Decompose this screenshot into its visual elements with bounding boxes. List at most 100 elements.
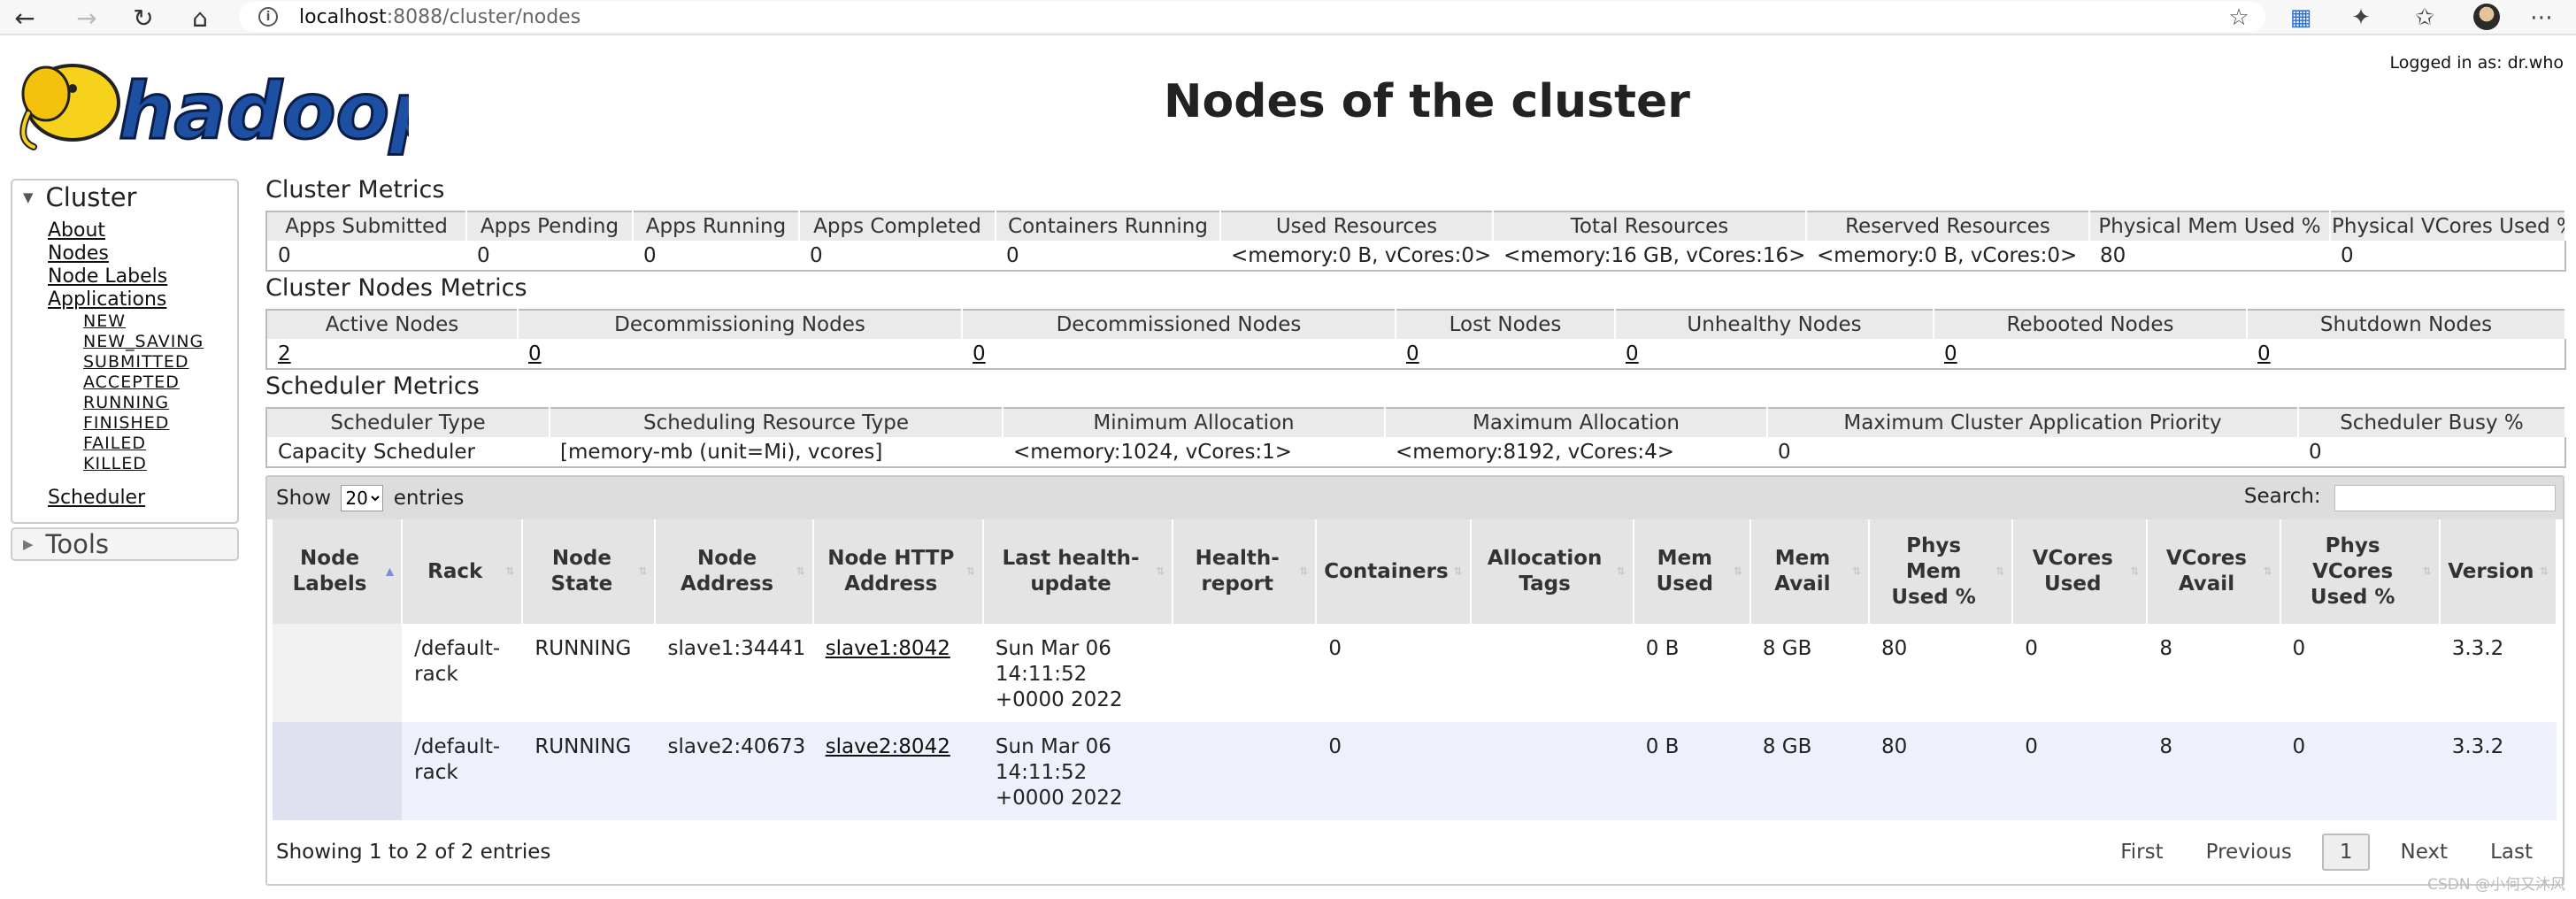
sort-arrow-icon: ⇅ — [2130, 565, 2140, 578]
metric-header: Maximum Cluster Application Priority — [1767, 408, 2299, 437]
sidebar-link-nodes[interactable]: Nodes — [48, 242, 237, 265]
table-cell: 0 — [2280, 722, 2440, 820]
column-header[interactable]: Node HTTP Address ⇅ — [812, 519, 984, 624]
column-header[interactable]: Node Labels ▲ — [273, 519, 404, 624]
app-state-link-running[interactable]: RUNNING — [83, 393, 237, 413]
nodes-table-wrapper: Show 20 entries Search: Node Labels ▲ Rack… — [265, 475, 2564, 886]
table-cell: 0 — [2012, 624, 2148, 722]
sort-arrow-icon: ⇅ — [2422, 565, 2432, 578]
column-header[interactable]: Mem Avail ⇅ — [1749, 519, 1871, 624]
column-header[interactable]: Allocation Tags ⇅ — [1470, 519, 1634, 624]
metric-link[interactable]: 2 — [278, 342, 291, 365]
tools-label: Tools — [45, 529, 109, 559]
search-input[interactable] — [2334, 485, 2556, 512]
column-header-label: Last health-update — [1002, 547, 1140, 595]
column-header[interactable]: VCores Used ⇅ — [2012, 519, 2149, 624]
sort-arrow-icon: ⇅ — [796, 565, 805, 578]
column-header[interactable]: Health-report ⇅ — [1173, 519, 1318, 624]
pager-current-page[interactable]: 1 — [2321, 834, 2371, 871]
metric-header: Decommissioning Nodes — [518, 310, 963, 339]
node-http-link[interactable]: slave1:8042 — [826, 637, 950, 660]
metric-value: 0 — [1396, 339, 1615, 369]
hadoop-logo[interactable]: hadoop — [11, 51, 446, 158]
metric-header: Lost Nodes — [1396, 310, 1616, 339]
metric-link[interactable]: 0 — [528, 342, 542, 365]
scheduler-metrics-title: Scheduler Metrics — [265, 373, 480, 400]
extensions-icon[interactable]: ✦ — [2343, 2, 2379, 34]
pager-previous-button[interactable]: Previous — [2185, 841, 2313, 864]
column-header-label: Node State — [550, 547, 613, 595]
app-state-link-new[interactable]: NEW — [83, 311, 237, 332]
pager-last-button[interactable]: Last — [2469, 841, 2554, 864]
column-header-label: Mem Used — [1656, 547, 1713, 595]
cluster-links: About Nodes Node Labels Applications NEW NEW_… — [12, 214, 237, 522]
metric-link[interactable]: 0 — [1944, 342, 1957, 365]
column-header[interactable]: Version ⇅ — [2439, 519, 2558, 624]
metric-header: Rebooted Nodes — [1934, 310, 2248, 339]
favorites-icon[interactable]: ✩ — [2407, 2, 2442, 34]
sidebar-link-node-labels[interactable]: Node Labels — [48, 265, 237, 288]
address-bar[interactable]: i localhost:8088/cluster/nodes — [239, 2, 2265, 32]
metric-value: 0 — [477, 243, 490, 267]
column-header-label: VCores Avail — [2165, 547, 2247, 595]
table-cell: slave1:34441 — [655, 624, 813, 722]
metric-value: 80 — [2100, 243, 2126, 267]
column-header[interactable]: Mem Used ⇅ — [1633, 519, 1751, 624]
home-icon[interactable]: ⌂ — [182, 0, 218, 35]
metric-header: Physical Mem Used % — [2089, 211, 2331, 241]
table-cell: slave2:8042 — [812, 722, 983, 820]
pager-first-button[interactable]: First — [2099, 841, 2184, 864]
column-header[interactable]: Last health-update ⇅ — [982, 519, 1174, 624]
metric-header: Apps Submitted — [266, 211, 467, 241]
table-cell: 0 — [2012, 722, 2148, 820]
column-header[interactable]: Phys Mem Used % ⇅ — [1869, 519, 2014, 624]
sidebar-link-applications[interactable]: Applications — [48, 288, 237, 311]
back-arrow-icon[interactable]: ← — [7, 0, 42, 35]
metric-link[interactable]: 0 — [973, 342, 986, 365]
app-state-link-submitted[interactable]: SUBMITTED — [83, 352, 237, 373]
metric-header: Reserved Resources — [1806, 211, 2090, 241]
info-icon[interactable]: i — [258, 7, 278, 27]
column-header[interactable]: Containers ⇅ — [1316, 519, 1472, 624]
app-state-link-finished[interactable]: FINISHED — [83, 413, 237, 434]
metric-link[interactable]: 0 — [2257, 342, 2271, 365]
more-menu-icon[interactable]: ⋯ — [2524, 2, 2559, 34]
table-cell — [273, 722, 403, 820]
app-state-link-accepted[interactable]: ACCEPTED — [83, 373, 237, 393]
node-http-link[interactable]: slave2:8042 — [826, 735, 950, 758]
favorite-star-icon[interactable]: ☆ — [2221, 2, 2257, 34]
forward-arrow-icon[interactable]: → — [69, 0, 104, 35]
metric-header: Total Resources — [1493, 211, 1807, 241]
reload-icon[interactable]: ↻ — [126, 0, 161, 35]
column-header[interactable]: VCores Avail ⇅ — [2147, 519, 2281, 624]
column-header-label: VCores Used — [2032, 547, 2113, 595]
table-cell: slave2:40673 — [655, 722, 813, 820]
column-header[interactable]: Node Address ⇅ — [655, 519, 814, 624]
metric-link[interactable]: 0 — [1406, 342, 1419, 365]
column-header[interactable]: Node State ⇅ — [522, 519, 657, 624]
metric-value: <memory:16 GB, vCores:16> — [1503, 243, 1806, 267]
app-state-link-new_saving[interactable]: NEW_SAVING — [83, 332, 237, 352]
metric-value: <memory:1024, vCores:1> — [1013, 440, 1293, 464]
table-cell: 80 — [1869, 624, 2013, 722]
page-size-select[interactable]: 20 — [341, 485, 384, 511]
qr-code-icon[interactable]: ▦ — [2283, 2, 2318, 34]
entries-label: entries — [393, 487, 465, 510]
column-header[interactable]: Rack ⇅ — [402, 519, 524, 624]
cluster-label: Cluster — [45, 182, 137, 212]
metric-value: 0 — [1006, 243, 1019, 267]
cluster-panel-header[interactable]: ▼ Cluster — [12, 181, 237, 214]
app-state-link-failed[interactable]: FAILED — [83, 434, 237, 454]
table-cell: RUNNING — [522, 624, 656, 722]
pager-next-button[interactable]: Next — [2379, 841, 2469, 864]
sidebar-link-about[interactable]: About — [48, 219, 237, 242]
tools-panel[interactable]: ▶ Tools — [11, 527, 239, 561]
expand-triangle-icon: ▶ — [23, 536, 34, 552]
column-header[interactable]: Phys VCores Used % ⇅ — [2280, 519, 2441, 624]
app-state-link-killed[interactable]: KILLED — [83, 454, 237, 474]
table-row: /default-rack RUNNING slave2:40673 slave2:8… — [273, 722, 2557, 820]
sidebar-link-scheduler[interactable]: Scheduler — [48, 487, 237, 510]
metric-link[interactable]: 0 — [1626, 342, 1639, 365]
table-cell: RUNNING — [522, 722, 656, 820]
profile-avatar[interactable] — [2473, 4, 2500, 30]
